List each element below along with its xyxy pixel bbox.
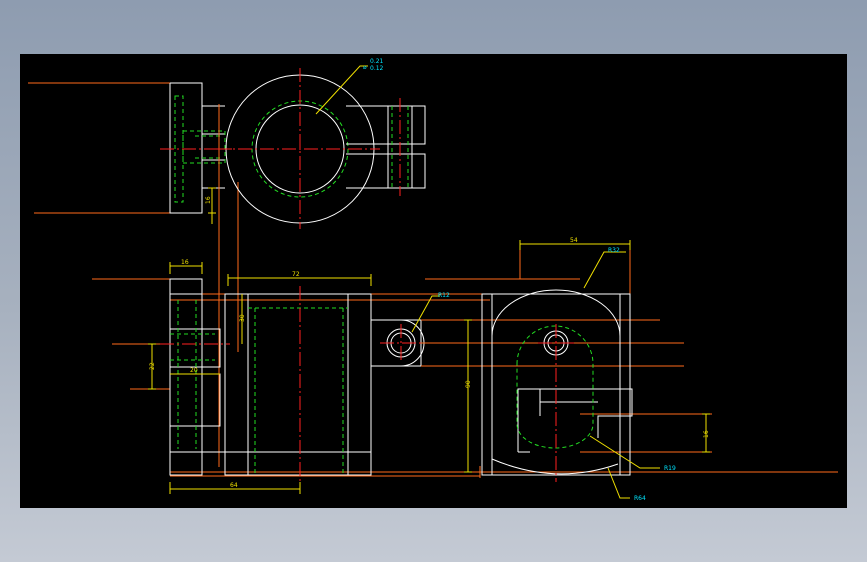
dim-text-90: 90 <box>465 380 472 388</box>
dim-text-r32: R32 <box>608 247 620 254</box>
dim-text-r19: R19 <box>664 465 676 472</box>
tolerance-upper: 0.21 <box>370 58 384 65</box>
flange-outline <box>169 83 225 214</box>
boss <box>169 328 221 368</box>
dim-text-64: 64 <box>230 482 238 489</box>
flange-outline <box>170 82 225 107</box>
leader <box>411 295 440 333</box>
clamp-lug <box>346 105 426 145</box>
dim-text-22: 22 <box>149 362 156 370</box>
cutout <box>517 388 633 452</box>
hidden-slot <box>516 325 594 449</box>
dim-text-16: 16 <box>205 196 212 204</box>
side-view: 54 R32 90 16 R19 R64 <box>421 237 712 502</box>
dim-text-16: 16 <box>181 259 189 266</box>
cad-drawing: ⌀ 0.21 0.12 16 16 72 30 22 20 64 R12 54 … <box>28 58 838 502</box>
dim-text-54: 54 <box>570 237 578 244</box>
leader <box>583 251 626 289</box>
diameter-symbol: ⌀ <box>363 64 367 71</box>
dim-text-r64: R64 <box>634 495 646 502</box>
main-body <box>224 293 372 476</box>
upright-block <box>169 278 203 476</box>
dim-text-20: 20 <box>190 367 198 374</box>
dim-text-16: 16 <box>703 430 710 438</box>
tolerance-lower: 0.12 <box>370 65 384 72</box>
dim-text-30: 30 <box>239 314 246 322</box>
dim-text-72: 72 <box>292 271 300 278</box>
top-view: ⌀ 0.21 0.12 16 <box>28 58 426 467</box>
dim-text-r12: R12 <box>438 292 450 299</box>
clamp-lug <box>346 153 426 189</box>
front-view: 16 72 30 22 20 64 R12 <box>92 259 838 494</box>
drawing-canvas[interactable]: ⌀ 0.21 0.12 16 16 72 30 22 20 64 R12 54 … <box>20 54 847 508</box>
